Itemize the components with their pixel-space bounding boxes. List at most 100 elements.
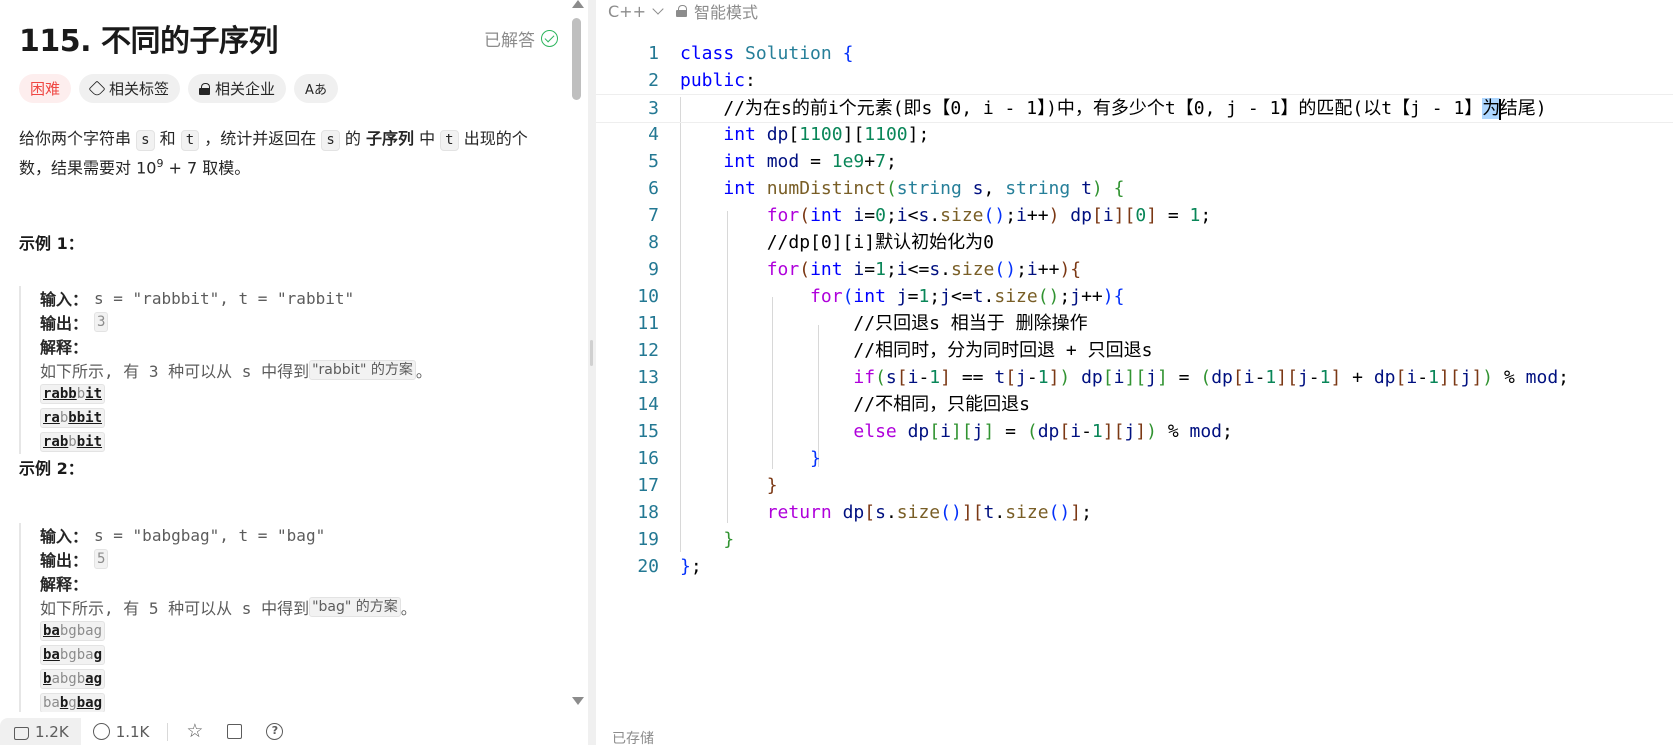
subsequence-example: babgbag: [40, 667, 549, 691]
line-number: 2: [648, 70, 659, 91]
example-1-title: 示例 1：: [19, 234, 84, 253]
scroll-down-arrow[interactable]: [572, 697, 584, 705]
output-value: 3: [94, 312, 109, 332]
share-icon: [227, 724, 243, 739]
scroll-up-arrow[interactable]: [572, 0, 584, 8]
like-button[interactable]: 1.2K: [0, 718, 81, 745]
input-value: s = "rabbbit", t = "rabbit": [94, 288, 355, 308]
code-line: 2 public:: [596, 67, 1673, 96]
match-part: rabb: [43, 386, 77, 402]
tag-bar: 困难 相关标签 相关企业 Aあ: [19, 74, 338, 103]
solved-status: 已解答: [484, 26, 558, 51]
line-number: 10: [637, 286, 659, 307]
explain-text: 如下所示, 有 5 种可以从 s 中得到: [40, 599, 310, 618]
line-number: 20: [637, 556, 659, 577]
difficulty-tag[interactable]: 困难: [19, 74, 72, 103]
translate-icon: Aあ: [305, 83, 327, 98]
tag-icon: [88, 80, 106, 97]
related-tags-button[interactable]: 相关标签: [79, 74, 181, 103]
code-chip: t: [180, 130, 200, 151]
code-line-active: 3 //为在s的前i个元素(即s【0, i - 1】)中，有多少个t【0, j …: [596, 94, 1673, 123]
code-line: 19 }: [596, 526, 1673, 555]
line-number: 11: [637, 313, 659, 334]
smart-mode-toggle[interactable]: 智能模式: [675, 0, 758, 23]
explain-text: 。: [415, 362, 432, 381]
title-row: 115. 不同的子序列 已解答: [19, 18, 558, 59]
explain-text: 如下所示, 有 3 种可以从 s 中得到: [40, 362, 310, 381]
language-label: C++: [608, 1, 646, 21]
code-text: int mod = 1e9+7;: [723, 151, 897, 172]
desc-bold: 子序列: [365, 129, 414, 148]
code-text: else dp[i][j] = (dp[i-1][j]) % mod;: [853, 421, 1233, 442]
comments-button[interactable]: 1.1K: [81, 718, 162, 745]
subsequence-chip: rabbbit: [40, 432, 106, 452]
comment-count: 1.1K: [115, 722, 150, 741]
code-line: 9 for(int i=1;i<=s.size();i++){: [596, 256, 1673, 285]
explain-label: 解释：: [40, 575, 89, 594]
desc-text: 和: [154, 129, 181, 148]
code-editor[interactable]: C++ 智能模式 1 class Solution { 2 public: 3 //…: [596, 0, 1673, 745]
help-button[interactable]: ?: [254, 718, 295, 745]
code-line: 13 if(s[i-1] == t[j-1]) dp[i][j] = (dp[i…: [596, 364, 1673, 393]
subsequence-chip: babgbag: [40, 645, 106, 665]
desc-text: 给你两个字符串: [19, 129, 137, 148]
code-text: //相同时，分为同时回退 + 只回退s: [680, 340, 1153, 361]
like-count: 1.2K: [35, 722, 69, 741]
code-text: //不相同，只能回退s: [680, 394, 1030, 415]
example-explain: 如下所示, 有 3 种可以从 s 中得到 "rabbit" 的方案 。: [40, 358, 549, 382]
subsequence-chip: babgbag: [40, 693, 106, 712]
match-part: g: [93, 647, 103, 663]
code-line: 7 for(int i=0;i<s.size();i++) dp[i][0] =…: [596, 202, 1673, 231]
problem-content: 115. 不同的子序列 已解答 困难 相关标签 相关企业 Aあ 给你两个字符串 …: [0, 0, 572, 712]
subsequence-chip: rabbbit: [40, 408, 106, 428]
smart-mode-label: 智能模式: [693, 3, 758, 22]
code-text: for(int i=1;i<=s.size();i++){: [766, 259, 1082, 280]
code-text: //为在s的前i个元素(即s【0, i - 1】)中，有多少个t【0, j - …: [680, 98, 1547, 120]
desc-text: + 7 取模。: [163, 158, 251, 178]
code-line: 16 }: [596, 445, 1673, 474]
related-companies-button[interactable]: 相关企业: [188, 74, 287, 103]
subsequence-chip: babgbag: [40, 621, 106, 641]
skip-part: abgb: [51, 671, 86, 687]
example-input: 输入： s = "babgbag", t = "bag": [40, 523, 549, 547]
line-number: 8: [648, 232, 659, 253]
code-line: 5 int mod = 1e9+7;: [596, 148, 1673, 177]
code-line: 20};: [596, 553, 1673, 582]
code-chip: s: [136, 130, 155, 151]
code-text: }: [723, 529, 735, 550]
share-button[interactable]: [215, 718, 254, 745]
explain-text: 。: [400, 599, 417, 618]
comment-icon: [92, 723, 110, 740]
match-part: rab: [43, 434, 69, 450]
subsequence-example: babgbag: [40, 643, 549, 667]
subsequence-example: babgbag: [40, 619, 549, 643]
drag-handle[interactable]: [590, 340, 593, 366]
desc-text: ，统计并返回在: [199, 129, 322, 148]
problem-panel: 115. 不同的子序列 已解答 困难 相关标签 相关企业 Aあ 给你两个字符串 …: [0, 0, 588, 745]
line-number: 13: [637, 367, 659, 388]
favorite-button[interactable]: ☆: [174, 718, 215, 745]
code-text: int numDistinct(string s, string t) {: [723, 178, 1125, 199]
match-part: ag: [85, 671, 103, 687]
skip-part: ba: [43, 695, 60, 711]
scrollbar-thumb[interactable]: [572, 18, 581, 100]
line-number: 4: [648, 124, 659, 145]
code-line: 15 else dp[i][j] = (dp[i-1][j]) % mod;: [596, 418, 1673, 447]
line-number: 7: [648, 205, 659, 226]
match-part: ba: [43, 647, 60, 663]
code-text: return dp[s.size()][t.size()];: [766, 502, 1092, 523]
output-label: 输出：: [40, 314, 89, 333]
skip-part: g: [68, 695, 77, 711]
code-text: }: [766, 475, 778, 496]
match-part: bit: [76, 434, 103, 450]
solved-label: 已解答: [484, 30, 535, 51]
code-text: for(int j=1;j<=t.size();j++){: [810, 286, 1125, 307]
translate-button[interactable]: Aあ: [294, 74, 338, 103]
related-tags-label: 相关标签: [109, 80, 170, 98]
line-number: 14: [637, 394, 659, 415]
panel-divider[interactable]: [588, 0, 596, 745]
star-icon: ☆: [186, 720, 204, 742]
line-number: 6: [648, 178, 659, 199]
line-number: 1: [648, 43, 659, 64]
language-select[interactable]: C++: [608, 1, 664, 21]
